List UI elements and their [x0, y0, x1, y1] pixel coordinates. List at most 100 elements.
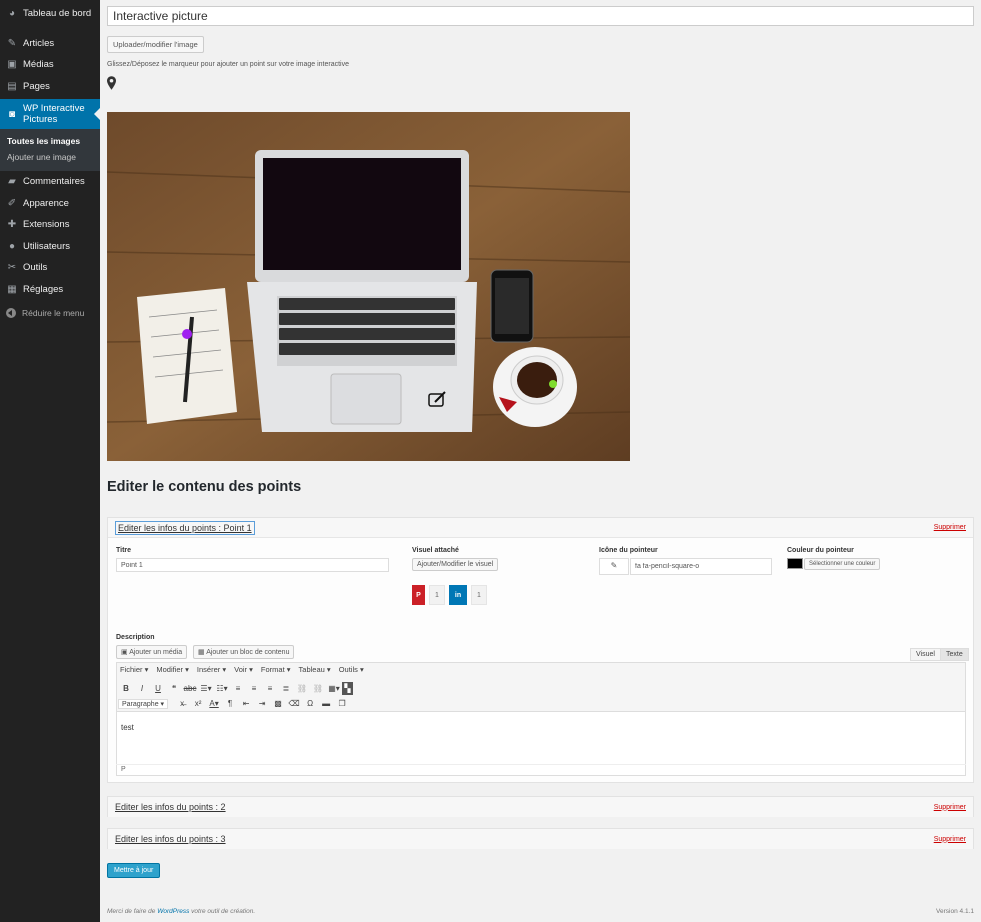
sidebar-item-articles[interactable]: ✎ Articles [0, 33, 100, 55]
add-visual-button[interactable]: Ajouter/Modifier le visuel [412, 558, 499, 571]
menu-file[interactable]: Fichier ▾ [120, 665, 148, 674]
point-panel-header[interactable]: Editer les infos du points : 3 Supprimer [108, 829, 973, 849]
sidebar-item-label: Extensions [23, 219, 70, 231]
outdent-icon[interactable]: ⇤ [238, 697, 254, 710]
users-icon: ● [8, 240, 16, 252]
delete-point-link[interactable]: Supprimer [934, 804, 966, 811]
toolbar-toggle-icon[interactable]: ▚ [342, 682, 353, 695]
sidebar-item-extensions[interactable]: ✚ Extensions [0, 214, 100, 236]
paragraph-select[interactable]: Paragraphe ▾ [118, 698, 169, 709]
description-label: Description [116, 634, 155, 641]
point-panel-header[interactable]: Editer les infos du points : 2 Supprimer [108, 797, 973, 817]
menu-format[interactable]: Format ▾ [261, 665, 291, 674]
camera-icon: ◙ [8, 108, 16, 120]
point-panel-title[interactable]: Editer les infos du points : 2 [115, 802, 226, 812]
unlink-icon[interactable]: ⛓ [310, 682, 326, 695]
footer-version: Version 4.1.1 [936, 908, 974, 915]
select-color-button[interactable]: Sélectionner une couleur [804, 558, 881, 570]
sidebar-item-users[interactable]: ● Utilisateurs [0, 236, 100, 258]
menu-edit[interactable]: Modifier ▾ [156, 665, 189, 674]
editor-menubar: Fichier ▾ Modifier ▾ Insérer ▾ Voir ▾ Fo… [116, 665, 966, 674]
align-right-icon[interactable]: ≡ [262, 682, 278, 695]
delete-point-link[interactable]: Supprimer [934, 524, 966, 531]
submenu-all-images[interactable]: Toutes les images [0, 133, 100, 149]
paste-text-icon[interactable]: ▩ [270, 697, 286, 710]
menu-view[interactable]: Voir ▾ [234, 665, 253, 674]
comment-icon: ▰ [8, 176, 16, 188]
sidebar-item-medias[interactable]: ▣ Médias [0, 54, 100, 76]
collapse-icon [6, 308, 16, 318]
align-left-icon[interactable]: ≡ [230, 682, 246, 695]
copy-icon[interactable]: ❐ [334, 697, 350, 710]
add-content-block-button[interactable]: ▦ Ajouter un bloc de contenu [193, 645, 295, 659]
tab-visual[interactable]: Visuel [910, 648, 941, 661]
indent-icon[interactable]: ⇥ [254, 697, 270, 710]
interactive-picture [107, 112, 630, 461]
add-media-label: Ajouter un média [129, 649, 183, 656]
menu-insert[interactable]: Insérer ▾ [197, 665, 226, 674]
sidebar-item-comments[interactable]: ▰ Commentaires [0, 171, 100, 193]
title-input[interactable] [107, 6, 974, 26]
text-color-icon[interactable]: A▾ [206, 697, 222, 710]
blockquote-icon[interactable]: ❝ [166, 682, 182, 695]
brush-icon: ✐ [7, 197, 17, 209]
sidebar-item-label: Tableau de bord [23, 8, 92, 20]
sidebar-item-label: Réglages [23, 283, 64, 295]
editor-toolbar-row-1: B I U ❝ abc ☰▾ ☷▾ ≡ ≡ ≡ ≣ ⛓ ⛓ ▦▾ ▚ [118, 682, 968, 695]
editor-content[interactable]: test [121, 723, 134, 732]
bullet-list-icon[interactable]: ☰▾ [198, 682, 214, 695]
sidebar-item-tools[interactable]: ✂ Outils [0, 257, 100, 279]
sidebar-item-interactive-pictures[interactable]: ◙ WP Interactive Pictures [0, 99, 100, 129]
sidebar-item-settings[interactable]: ▦ Réglages [0, 279, 100, 301]
add-media-button[interactable]: ▣ Ajouter un média [116, 645, 188, 659]
bold-icon[interactable]: B [118, 682, 134, 695]
strikethrough-icon[interactable]: abc [182, 682, 198, 695]
menu-tools[interactable]: Outils ▾ [339, 665, 364, 674]
menu-table[interactable]: Tableau ▾ [299, 665, 331, 674]
submenu-add-image[interactable]: Ajouter une image [0, 149, 100, 165]
point-panel-title[interactable]: Editer les infos du points : 3 [115, 834, 226, 844]
numbered-list-icon[interactable]: ☷▾ [214, 682, 230, 695]
italic-icon[interactable]: I [134, 682, 150, 695]
tab-text[interactable]: Texte [940, 648, 969, 661]
pages-icon: ▤ [7, 80, 17, 92]
sidebar-item-pages[interactable]: ▤ Pages [0, 76, 100, 98]
wordpress-link[interactable]: WordPress [157, 908, 189, 915]
icon-class-input[interactable] [630, 558, 772, 575]
upload-image-button[interactable]: Uploader/modifier l'image [107, 36, 204, 53]
sidebar-item-appearance[interactable]: ✐ Apparence [0, 193, 100, 215]
clear-format-icon[interactable]: ⌫ [286, 697, 302, 710]
point-panel-header[interactable]: Editer les infos du points : Point 1 Sup… [108, 518, 973, 538]
color-swatch[interactable] [787, 558, 803, 569]
footer-credit: Merci de faire de WordPress votre outil … [107, 908, 256, 915]
grid-icon: ▦ [198, 649, 207, 656]
sidebar-item-label: Commentaires [23, 176, 85, 188]
link-icon[interactable]: ⛓ [294, 682, 310, 695]
sidebar-item-label: Utilisateurs [23, 240, 70, 252]
linkedin-count: 1 [471, 585, 487, 605]
sidebar-item-dashboard[interactable]: ◕ Tableau de bord [0, 3, 100, 25]
pinterest-share-button[interactable]: P [412, 585, 425, 605]
table-icon[interactable]: ▦▾ [326, 682, 342, 695]
hr-icon[interactable]: ▬ [318, 697, 334, 710]
map-marker-icon[interactable] [107, 76, 116, 90]
drag-hint: Glissez/Déposez le marqueur pour ajouter… [107, 61, 350, 68]
titre-input[interactable] [116, 558, 389, 572]
icon-label: Icône du pointeur [599, 547, 658, 554]
linkedin-share-button[interactable]: in [449, 585, 467, 605]
special-char-icon[interactable]: Ω [302, 697, 318, 710]
point-panel-title[interactable]: Editer les infos du points : Point 1 [115, 520, 255, 535]
collapse-label: Réduire le menu [22, 308, 85, 318]
delete-point-link[interactable]: Supprimer [934, 836, 966, 843]
update-button[interactable]: Mettre à jour [107, 863, 161, 878]
collapse-menu-button[interactable]: Réduire le menu [0, 308, 100, 318]
align-justify-icon[interactable]: ≣ [278, 682, 294, 695]
align-center-icon[interactable]: ≡ [246, 682, 262, 695]
underline-icon[interactable]: U [150, 682, 166, 695]
pinterest-count: 1 [429, 585, 445, 605]
paragraph-mark-icon[interactable]: ¶ [222, 697, 238, 710]
sidebar-item-label: Pages [23, 80, 50, 92]
strike-icon[interactable]: x̶ [174, 697, 190, 710]
sidebar-item-label: Outils [23, 262, 48, 274]
superscript-icon[interactable]: x² [190, 697, 206, 710]
